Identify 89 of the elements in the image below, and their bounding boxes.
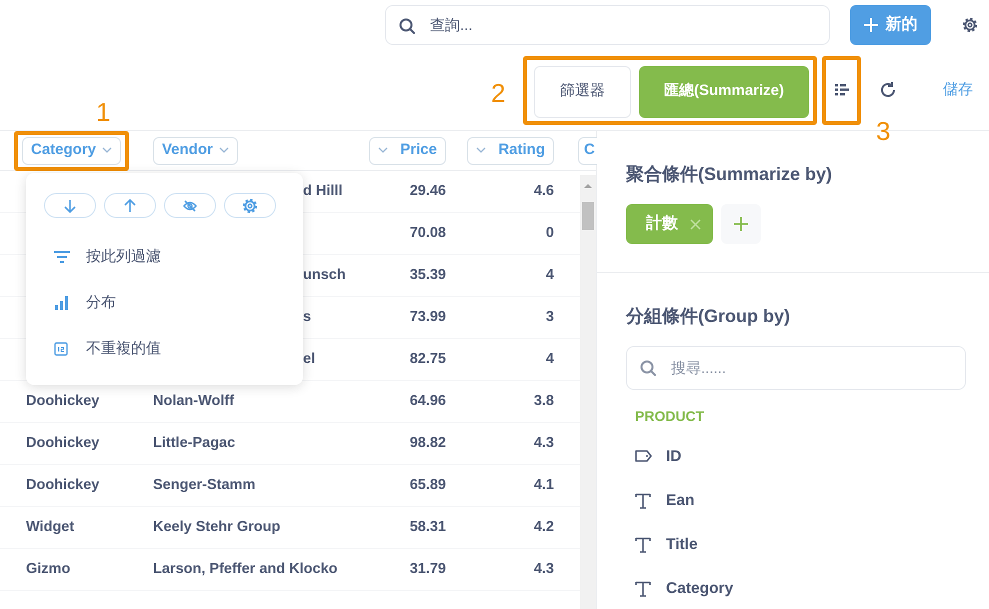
table-cell: 82.75 [410,350,446,367]
search-icon [640,360,656,376]
new-button[interactable]: 新的 [850,5,931,45]
add-button[interactable] [721,204,761,244]
search-icon [399,18,415,34]
icon-button[interactable] [44,193,96,218]
table-cell: 31.79 [410,560,446,577]
filter-button[interactable]: 篩選器 [534,66,631,118]
scrollbar-thumb[interactable] [582,202,594,230]
table-cell: 0 [546,224,554,241]
chevron-icon [378,147,388,154]
settings-icon[interactable] [961,16,979,34]
plus-icon [734,217,748,231]
annotation-number: 2 [491,80,506,106]
search-field[interactable]: 搜尋...... [626,346,966,390]
table-cell: Nolan-Wolff [153,392,234,409]
save-link[interactable]: 儲存 [943,78,973,102]
annotation-number: 1 [96,98,110,124]
menu-item[interactable]: 分布 [54,292,116,314]
field-item[interactable]: Ean [626,479,989,523]
text-type-icon [635,581,652,597]
close-icon[interactable] [690,218,701,230]
annotation-number: 3 [876,118,890,144]
plus-icon [864,18,878,32]
icon-button[interactable] [104,193,156,218]
column-header[interactable]: Category [22,136,122,164]
text-type-icon [635,493,652,509]
table-cell: 3.8 [534,392,554,409]
chevron-icon [218,147,229,154]
table-cell: Doohickey [26,434,100,451]
table-cell: 98.82 [410,434,446,451]
table-cell: 4 [546,266,554,283]
table-cell: Little-Pagac [153,434,236,451]
column-header[interactable]: Vendor [153,136,238,164]
filter-icon [54,250,70,264]
table-cell: 65.89 [410,476,446,493]
search-field[interactable]: 查詢... [385,5,830,45]
menu-item[interactable]: 按此列過濾 [54,246,161,268]
chevron-icon [476,147,486,154]
field-item[interactable]: Title [626,523,989,567]
table-cell: 3 [546,308,554,325]
table-cell: 4.2 [534,518,554,535]
scrollbar[interactable] [580,175,596,609]
icon-button[interactable] [224,193,276,218]
table-cell: el [303,350,316,367]
table-cell: 64.96 [410,392,446,409]
section-label: PRODUCT [634,407,706,426]
table-cell: Larson, Pfeffer and Klocko [153,560,338,577]
table-cell: d Hilll [303,182,342,199]
column-header[interactable]: Rating [467,136,554,164]
table-cell: 4.6 [534,182,554,199]
table-cell: 4.1 [534,476,554,493]
table-cell: Senger-Stamm [153,476,256,493]
list-icon[interactable] [834,84,848,96]
table-cell: unsch [303,266,346,283]
chevron-icon [102,147,112,154]
table-cell: 58.31 [410,518,446,535]
metric-chip[interactable]: 計數 [626,204,713,244]
section-title: 聚合條件(Summarize by) [626,163,834,186]
sort-descending-icon [63,198,77,212]
table-cell: Doohickey [26,392,100,409]
table-cell: Gizmo [26,560,70,577]
field-item[interactable]: Category [626,567,989,609]
field-item[interactable]: ID [626,435,989,479]
column-header[interactable]: C [578,136,597,164]
refresh-icon[interactable] [879,81,897,99]
table-cell: 4.3 [534,434,554,451]
table-cell: 4.3 [534,560,554,577]
table-cell: 73.99 [410,308,446,325]
table-cell: Keely Stehr Group [153,518,280,535]
icon-button[interactable] [164,193,216,218]
table-cell: 4 [546,350,554,367]
hide-icon [183,198,197,212]
numbered-square-icon [54,342,70,356]
table-cell: 29.46 [410,182,446,199]
menu-item[interactable]: 不重複的值 [54,338,161,360]
text-type-icon [635,537,652,553]
column-header[interactable]: Price [369,136,446,164]
sort-ascending-icon [123,198,137,212]
settings-icon [241,196,259,214]
table-cell: 35.39 [410,266,446,283]
table-cell: Doohickey [26,476,100,493]
section-title: 分組條件(Group by) [626,305,791,328]
table-cell: s [303,308,312,325]
bar-chart-icon [54,296,70,310]
table-cell: Widget [26,518,74,535]
table-cell: 70.08 [410,224,446,241]
tag-icon [635,449,652,465]
summarize-button[interactable]: 匯總(Summarize) [639,66,809,118]
